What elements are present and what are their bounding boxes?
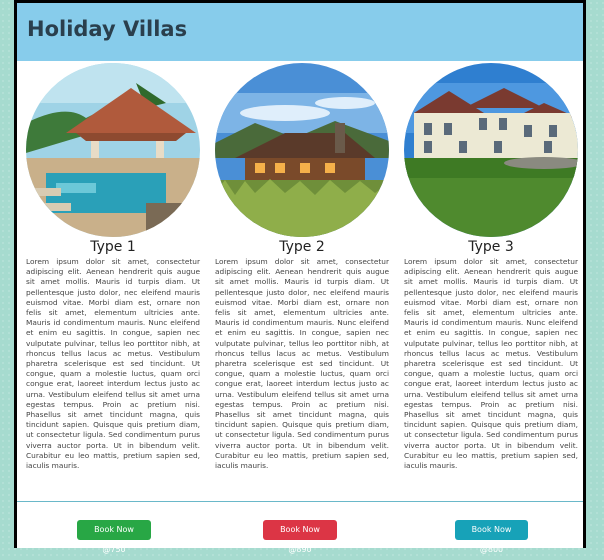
villa-description: Lorem ipsum dolor sit amet, consectetur … bbox=[215, 257, 389, 471]
mansion-lawn-photo bbox=[404, 63, 578, 237]
lake-cabin-photo bbox=[215, 63, 389, 237]
villa-card-type-3: Type 3 Lorem ipsum dolor sit amet, conse… bbox=[404, 61, 578, 471]
book-type-2-button[interactable]: Book Now @890 bbox=[263, 520, 337, 554]
villa-description: Lorem ipsum dolor sit amet, consectetur … bbox=[26, 257, 200, 471]
villa-card-type-1: Type 1 Lorem ipsum dolor sit amet, conse… bbox=[26, 61, 200, 471]
villa-type-label: Type 2 bbox=[279, 239, 325, 255]
villa-type-label: Type 1 bbox=[90, 239, 136, 255]
header-bar: Holiday Villas bbox=[17, 3, 583, 61]
villa-description: Lorem ipsum dolor sit amet, consectetur … bbox=[404, 257, 578, 471]
pool-villa-photo bbox=[26, 63, 200, 237]
villa-card-type-2: Type 2 Lorem ipsum dolor sit amet, conse… bbox=[215, 61, 389, 471]
book-type-1-button[interactable]: Book Now @750 bbox=[77, 520, 151, 554]
page-frame: Holiday Villas Type 1 Lorem ipsum dolor … bbox=[14, 0, 586, 554]
villa-type-label: Type 3 bbox=[468, 239, 514, 255]
villa-columns: Type 1 Lorem ipsum dolor sit amet, conse… bbox=[17, 61, 583, 501]
page-title: Holiday Villas bbox=[27, 17, 188, 41]
book-type-3-button[interactable]: Book Now @800 bbox=[455, 520, 528, 554]
footer-divider bbox=[17, 501, 583, 502]
